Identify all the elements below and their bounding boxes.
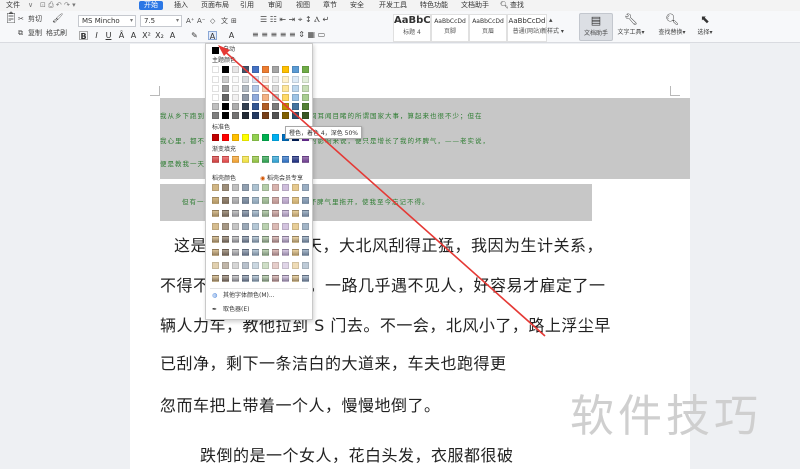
annotation-arrow (218, 45, 546, 337)
